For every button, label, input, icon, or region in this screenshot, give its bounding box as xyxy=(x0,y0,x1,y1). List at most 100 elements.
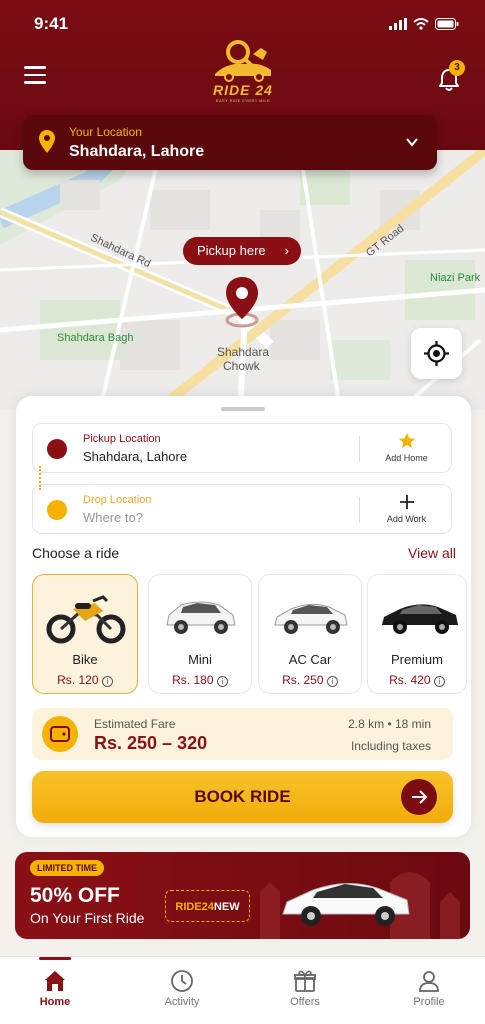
status-time: 9:41 xyxy=(34,14,69,33)
pickup-value: Shahdara, Lahore xyxy=(83,449,188,464)
home-icon xyxy=(45,971,65,991)
star-icon xyxy=(398,433,415,448)
pickup-here-label: Pickup here xyxy=(197,243,266,258)
limited-time-badge: LIMITED TIME xyxy=(30,860,104,876)
ride-name: Bike xyxy=(72,652,98,667)
location-selector[interactable]: Your Location Shahdara, Lahore xyxy=(23,115,437,170)
add-home-label: Add Home xyxy=(385,453,428,463)
chevron-right-icon: › xyxy=(284,243,289,258)
logo-wordmark: RIDE 24 xyxy=(213,82,273,98)
ride-price: Rs. 420 i xyxy=(368,673,466,687)
promo-banner[interactable]: LIMITED TIME 50% OFF On Your First Ride … xyxy=(15,852,470,939)
ride-option-bike[interactable]: Bike Rs. 120 i xyxy=(32,574,138,694)
plus-icon xyxy=(399,495,414,509)
book-ride-button[interactable]: BOOK RIDE xyxy=(32,771,453,823)
fare-value: Rs. 250 – 320 xyxy=(94,733,208,753)
promo-car-icon xyxy=(282,882,410,926)
arrow-right-icon xyxy=(401,779,437,815)
fare-label: Estimated Fare xyxy=(94,717,176,731)
status-bar: 9:41 xyxy=(34,12,459,36)
clock-icon xyxy=(171,970,193,992)
chevron-down-icon xyxy=(406,138,418,147)
active-tab-indicator xyxy=(39,957,71,960)
promo-subline: On Your First Ride xyxy=(30,910,145,926)
ride-name: Mini xyxy=(188,652,212,667)
info-icon[interactable]: i xyxy=(216,676,228,687)
drop-location-field[interactable]: Drop Location Where to? Add Work xyxy=(32,484,452,534)
tab-label: Offers xyxy=(290,996,320,1008)
tab-offers[interactable]: Offers xyxy=(255,957,355,1024)
bike-icon xyxy=(46,595,126,644)
app-logo: RIDE 24 EASY RIDE EVERY MILE xyxy=(205,38,281,103)
notification-badge: 3 xyxy=(449,60,465,76)
ride-price: Rs. 250 i xyxy=(259,673,361,687)
view-all-link[interactable]: View all xyxy=(408,545,456,561)
wifi-icon xyxy=(413,18,429,30)
ride-price-text: Rs. 250 xyxy=(282,673,324,687)
wallet-icon xyxy=(42,716,78,752)
ride-price: Rs. 120 i xyxy=(33,673,137,687)
gift-icon xyxy=(294,970,316,992)
book-ride-label: BOOK RIDE xyxy=(194,787,291,806)
drop-placeholder: Where to? xyxy=(83,510,143,525)
ride-price-text: Rs. 180 xyxy=(172,673,214,687)
ride-price: Rs. 180 i xyxy=(149,673,251,687)
signal-icon xyxy=(389,18,407,30)
ride-option-mini[interactable]: Mini Rs. 180 i xyxy=(148,574,252,694)
ride-name: Premium xyxy=(390,652,443,667)
bottom-tab-bar: Home Activity Offers Profile xyxy=(0,956,485,1024)
map-label-chowk-1: Shahdara xyxy=(217,345,270,359)
tab-label: Activity xyxy=(164,996,200,1008)
user-icon xyxy=(419,971,439,992)
promo-headline: 50% OFF xyxy=(30,884,120,907)
location-pin-icon xyxy=(39,130,55,153)
ride-option-ac-car[interactable]: AC Car Rs. 250 i xyxy=(258,574,362,694)
luxury-car-icon xyxy=(382,604,458,634)
promo-code[interactable]: RIDE24NEW xyxy=(165,890,250,922)
route-connector xyxy=(39,466,41,490)
car-icon xyxy=(166,601,236,634)
map-pin-icon xyxy=(225,277,259,328)
pickup-location-field[interactable]: Pickup Location Shahdara, Lahore Add Hom… xyxy=(32,423,452,473)
promo-code-suffix: NEW xyxy=(213,901,240,913)
pickup-here-button[interactable]: Pickup here › xyxy=(183,237,301,265)
tab-label: Home xyxy=(39,996,71,1008)
info-icon[interactable]: i xyxy=(101,676,113,687)
choose-ride-heading: Choose a ride xyxy=(32,545,120,561)
status-icons xyxy=(389,18,459,30)
logo-mark-icon xyxy=(215,40,271,82)
distance-time: 2.8 km • 18 min xyxy=(348,717,431,731)
promo-code-prefix: RIDE24 xyxy=(175,901,214,913)
add-work-button[interactable]: Add Work xyxy=(360,493,453,524)
ride-price-text: Rs. 120 xyxy=(57,673,99,687)
ride-price-text: Rs. 420 xyxy=(389,673,431,687)
map-label-niazi-park: Niazi Park xyxy=(430,272,481,284)
tab-profile[interactable]: Profile xyxy=(379,957,479,1024)
add-work-label: Add Work xyxy=(386,514,427,524)
tax-note: Including taxes xyxy=(350,739,431,753)
map-label-shahdara-bagh: Shahdara Bagh xyxy=(57,332,134,344)
location-value: Shahdara, Lahore xyxy=(69,143,205,160)
tab-home[interactable]: Home xyxy=(5,957,105,1024)
drop-dot-icon xyxy=(47,500,67,520)
info-icon[interactable]: i xyxy=(326,676,338,687)
sheet-handle[interactable] xyxy=(221,407,265,411)
location-label: Your Location xyxy=(69,125,142,139)
tab-activity[interactable]: Activity xyxy=(132,957,232,1024)
drop-label: Drop Location xyxy=(83,494,152,506)
pickup-label: Pickup Location xyxy=(83,433,161,445)
hamburger-menu-icon[interactable] xyxy=(24,66,46,88)
logo-tagline: EASY RIDE EVERY MILE xyxy=(215,98,271,103)
estimated-fare-panel: Estimated Fare Rs. 250 – 320 2.8 km • 18… xyxy=(32,708,453,760)
ride-option-premium[interactable]: Premium Rs. 420 i xyxy=(367,574,467,694)
ride-name: AC Car xyxy=(288,652,332,667)
pickup-dot-icon xyxy=(47,439,67,459)
sedan-icon xyxy=(274,603,348,634)
info-icon[interactable]: i xyxy=(433,676,445,687)
recenter-button[interactable] xyxy=(411,328,462,379)
battery-icon xyxy=(435,18,459,30)
add-home-button[interactable]: Add Home xyxy=(360,432,453,463)
crosshair-icon xyxy=(424,341,449,366)
tab-label: Profile xyxy=(413,996,445,1008)
map-label-chowk-2: Chowk xyxy=(223,359,260,373)
